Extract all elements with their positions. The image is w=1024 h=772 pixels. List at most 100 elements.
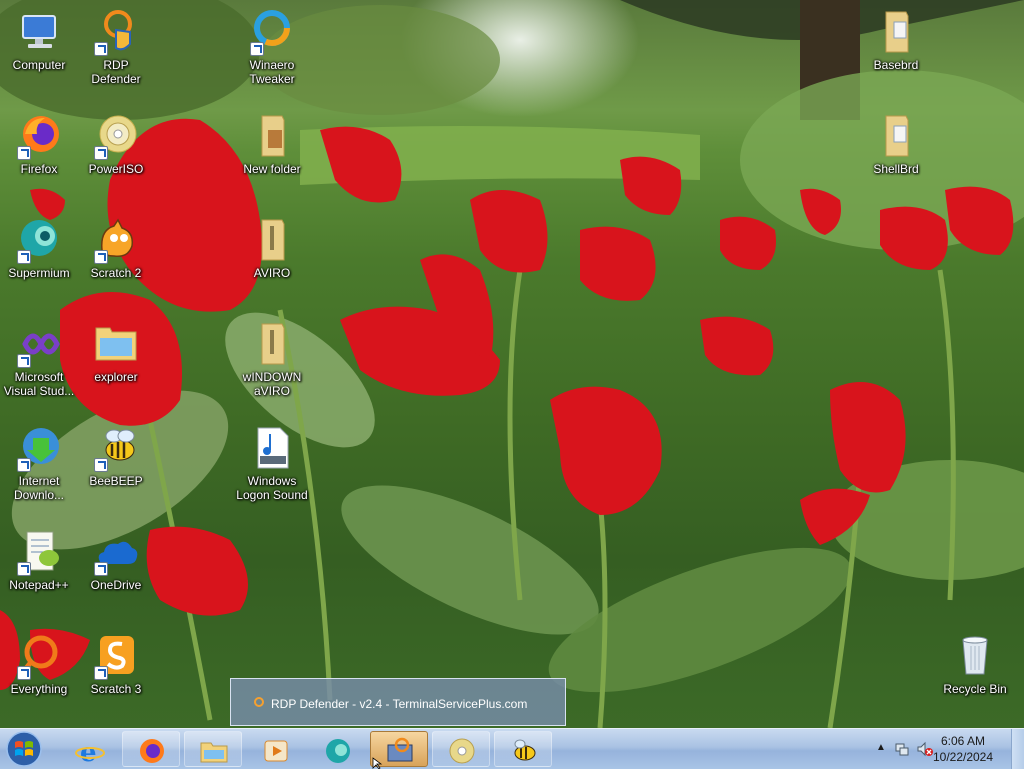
- idm-icon: [15, 424, 63, 472]
- taskbar-item-supermium[interactable]: [308, 731, 366, 767]
- shortcut-arrow-icon: [17, 458, 31, 472]
- desktop-icon-visual-studio[interactable]: Microsoft Visual Stud...: [1, 320, 77, 398]
- taskbar-item-poweriso[interactable]: [432, 731, 490, 767]
- rdp-defender-icon: [387, 737, 413, 762]
- wav-file-icon: [248, 424, 296, 472]
- taskbar-item-internet-explorer[interactable]: e: [60, 731, 118, 767]
- taskbar-item-file-explorer[interactable]: [184, 731, 242, 767]
- desktop-icon-aviro[interactable]: AVIRO: [234, 216, 310, 280]
- svg-text:e: e: [80, 738, 97, 765]
- desktop-icon-new-folder[interactable]: New folder: [234, 112, 310, 176]
- taskbar-item-media-player[interactable]: [246, 731, 304, 767]
- desktop-icon-computer[interactable]: Computer: [1, 8, 77, 72]
- desktop-icon-basebrd[interactable]: Basebrd: [858, 8, 934, 72]
- desktop-icon-label: explorer: [94, 370, 138, 384]
- shortcut-arrow-icon: [17, 354, 31, 368]
- desktop-icon-label: Notepad++: [9, 578, 69, 592]
- everything-icon: [15, 632, 63, 680]
- notepadpp-icon: [15, 528, 63, 576]
- shortcut-arrow-icon: [17, 666, 31, 680]
- show-hidden-icons-icon[interactable]: ▲: [876, 742, 886, 753]
- poweriso-icon: [92, 112, 140, 160]
- folder-icon: [872, 8, 920, 56]
- desktop-icon-scratch-3[interactable]: Scratch 3: [78, 632, 154, 696]
- desktop-icon-label: Computer: [12, 58, 66, 72]
- desktop-icon-label: OneDrive: [90, 578, 142, 592]
- media-player-icon: [264, 740, 288, 762]
- clock-date: 10/22/2024: [932, 750, 994, 764]
- show-desktop-button[interactable]: [1011, 729, 1024, 769]
- desktop-icon-poweriso[interactable]: PowerISO: [78, 112, 154, 176]
- shortcut-arrow-icon: [94, 666, 108, 680]
- clock-time: 6:06 AM: [940, 734, 986, 748]
- desktop-icon-label: Internet Downlo...: [13, 474, 65, 502]
- taskbar-tooltip: RDP Defender - v2.4 - TerminalServicePlu…: [230, 678, 566, 726]
- desktop-icon-label: ShellBrd: [873, 162, 919, 176]
- shortcut-arrow-icon: [17, 250, 31, 264]
- shortcut-arrow-icon: [17, 562, 31, 576]
- desktop-icon-recycle-bin[interactable]: Recycle Bin: [937, 632, 1013, 696]
- desktop-icon-scratch-2[interactable]: Scratch 2: [78, 216, 154, 280]
- system-tray: ▲ 6:06 AM 10/22/2024: [864, 729, 1024, 769]
- taskbar-item-beebeep[interactable]: [494, 731, 552, 767]
- desktop-icon-beebeep[interactable]: BeeBEEP: [78, 424, 154, 488]
- taskbar-item-firefox[interactable]: [122, 731, 180, 767]
- desktop-icon-label: Scratch 3: [90, 682, 142, 696]
- poweriso-icon: [449, 738, 475, 764]
- desktop-icon-shellbrd[interactable]: ShellBrd: [858, 112, 934, 176]
- folder-icon: [200, 742, 228, 763]
- desktop-icon-label: AVIRO: [253, 266, 291, 280]
- rdp-defender-icon: [92, 8, 140, 56]
- visual-studio-icon: [15, 320, 63, 368]
- desktop-icon-label: Windows Logon Sound: [236, 474, 308, 502]
- desktop-icon-internet-download[interactable]: Internet Downlo...: [1, 424, 77, 502]
- scratch2-icon: [92, 216, 140, 264]
- shortcut-arrow-icon: [94, 42, 108, 56]
- desktop-icon-label: Firefox: [20, 162, 58, 176]
- tooltip-text: RDP Defender - v2.4 - TerminalServicePlu…: [271, 697, 528, 711]
- firefox-icon: [140, 739, 164, 763]
- desktop-icon-label: Recycle Bin: [943, 682, 1007, 696]
- recycle-bin-icon: [951, 632, 999, 680]
- explorer-icon: [92, 320, 140, 368]
- desktop-icon-supermium[interactable]: Supermium: [1, 216, 77, 280]
- computer-icon: [15, 8, 63, 56]
- shortcut-arrow-icon: [94, 250, 108, 264]
- mouse-cursor-icon: [372, 757, 383, 769]
- desktop-icon-explorer[interactable]: explorer: [78, 320, 154, 384]
- onedrive-icon: [92, 528, 140, 576]
- zip-folder-icon: [248, 216, 296, 264]
- folder-icon: [872, 112, 920, 160]
- beebeep-icon: [514, 739, 536, 761]
- desktop-icon-rdp-defender[interactable]: RDP Defender: [78, 8, 154, 86]
- clock[interactable]: 6:06 AM 10/22/2024: [928, 733, 998, 765]
- rdp-defender-icon: [253, 696, 265, 711]
- desktop-icon-label: Winaero Tweaker: [249, 58, 295, 86]
- beebeep-icon: [92, 424, 140, 472]
- desktop-icon-label: Microsoft Visual Stud...: [3, 370, 75, 398]
- winaero-icon: [248, 8, 296, 56]
- desktop-icon-firefox[interactable]: Firefox: [1, 112, 77, 176]
- desktop-icon-windown-aviro[interactable]: wINDOWN aVIRO: [234, 320, 310, 398]
- shortcut-arrow-icon: [94, 458, 108, 472]
- shortcut-arrow-icon: [94, 146, 108, 160]
- firefox-icon: [15, 112, 63, 160]
- network-icon[interactable]: [894, 741, 910, 757]
- desktop-icon-label: BeeBEEP: [89, 474, 143, 488]
- desktop-icon-label: Supermium: [8, 266, 70, 280]
- desktop-icon-label: PowerISO: [88, 162, 144, 176]
- desktop-icon-everything[interactable]: Everything: [1, 632, 77, 696]
- ie-icon: e: [75, 738, 105, 765]
- supermium-icon: [15, 216, 63, 264]
- desktop-icon-label: RDP Defender: [91, 58, 141, 86]
- desktop-icon-winaero-tweaker[interactable]: Winaero Tweaker: [234, 8, 310, 86]
- desktop-icon-label: Scratch 2: [90, 266, 142, 280]
- desktop-icon-onedrive[interactable]: OneDrive: [78, 528, 154, 592]
- folder-icon: [248, 112, 296, 160]
- start-button[interactable]: [4, 731, 48, 767]
- desktop-icon-label: Basebrd: [873, 58, 919, 72]
- desktop-icon-windows-logon-sound[interactable]: Windows Logon Sound: [234, 424, 310, 502]
- supermium-icon: [326, 739, 350, 763]
- taskbar: e ▲ 6:06 AM 10/22/2024: [0, 728, 1024, 769]
- desktop-icon-notepadpp[interactable]: Notepad++: [1, 528, 77, 592]
